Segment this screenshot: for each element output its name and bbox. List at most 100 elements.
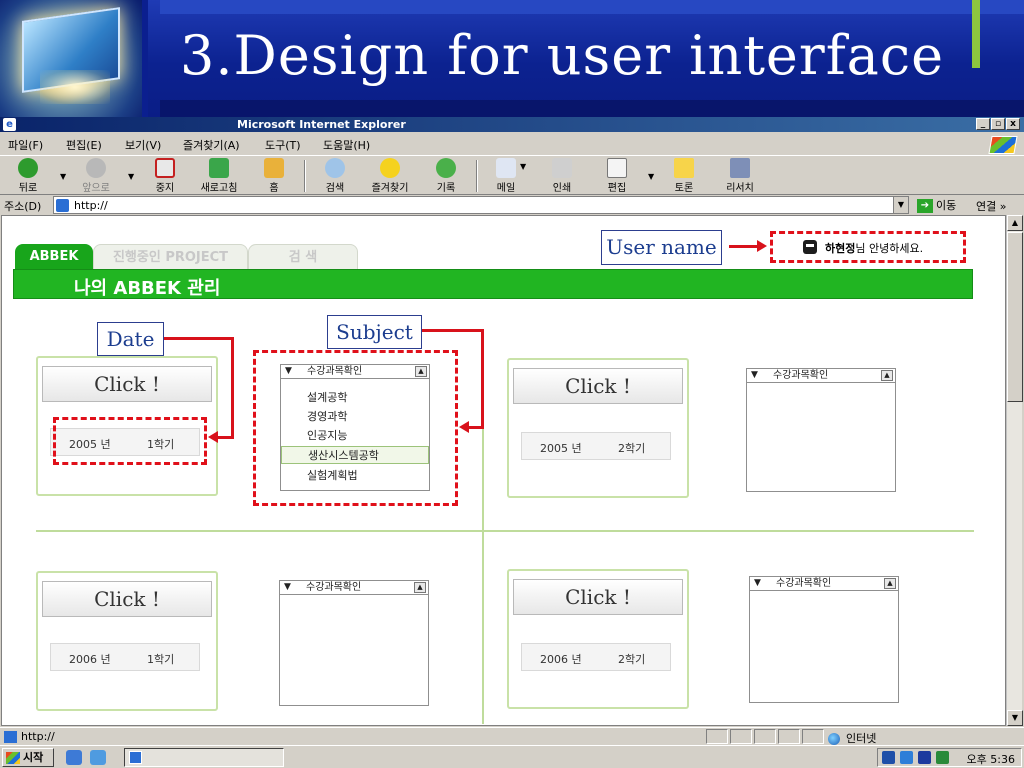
subject-list[interactable]: ▼ 수강과목확인 ▲ — [749, 576, 899, 703]
tray-icon[interactable] — [882, 751, 895, 764]
home-icon — [264, 158, 284, 178]
taskbar: 시작 오후 5:36 — [0, 745, 1024, 768]
callout-date: Date — [97, 322, 164, 356]
menu-bar: 파일(F) 편집(E) 보기(V) 즐겨찾기(A) 도구(T) 도움말(H) — [0, 134, 1024, 154]
click-button[interactable]: Click ! — [513, 579, 683, 615]
history-icon — [436, 158, 456, 178]
edit-icon — [607, 158, 627, 178]
list-item[interactable]: 경영과학 — [307, 408, 347, 424]
subject-list[interactable]: ▼ 수강과목확인 ▲ — [279, 580, 429, 706]
refresh-button[interactable]: 새로고침 — [197, 158, 241, 194]
go-arrow-icon: ➔ — [917, 199, 933, 213]
subject-list[interactable]: ▼ 수강과목확인 ▲ 설계공학 경영과학 인공지능 생산시스템공학 실험계획법 — [280, 364, 430, 491]
scroll-up-icon[interactable]: ▲ — [414, 582, 426, 593]
restore-button[interactable]: ▫ — [991, 118, 1005, 130]
refresh-icon — [209, 158, 229, 178]
history-button[interactable]: 기록 — [424, 158, 468, 194]
print-button[interactable]: 인쇄 — [540, 158, 584, 194]
taskbar-window-button[interactable] — [124, 748, 284, 767]
subject-list-header: ▼ 수강과목확인 ▲ — [280, 581, 428, 595]
scroll-up-icon[interactable]: ▲ — [415, 366, 427, 377]
back-dropdown-icon[interactable]: ▼ — [60, 172, 66, 181]
callout-subject: Subject — [327, 315, 422, 349]
back-button[interactable]: 뒤로 — [6, 158, 50, 194]
menu-help[interactable]: 도움말(H) — [323, 137, 370, 153]
click-button[interactable]: Click ! — [513, 368, 683, 404]
address-input[interactable]: http:// ▼ — [53, 196, 909, 214]
list-item[interactable]: 인공지능 — [307, 427, 347, 443]
user-icon — [803, 240, 817, 254]
menu-view[interactable]: 보기(V) — [125, 137, 161, 153]
menu-favorites[interactable]: 즐겨찾기(A) — [183, 137, 240, 153]
menu-file[interactable]: 파일(F) — [8, 137, 43, 153]
go-button[interactable]: ➔ 이동 — [917, 197, 956, 213]
page-icon — [4, 731, 17, 743]
semester-card: Click ! 2006 년 2학기 — [507, 569, 689, 709]
menu-edit[interactable]: 편집(E) — [66, 137, 102, 153]
tab-project[interactable]: 진행중인 PROJECT — [93, 244, 248, 270]
research-button[interactable]: 리서치 — [718, 158, 762, 194]
links-button[interactable]: 연결 » — [976, 198, 1006, 214]
forward-dropdown-icon[interactable]: ▼ — [128, 172, 134, 181]
header-bar-top — [160, 0, 1024, 14]
title-bar: e Microsoft Internet Explorer _ ▫ x — [0, 117, 1024, 132]
tab-search[interactable]: 검 색 — [248, 244, 358, 270]
clock: 오후 5:36 — [966, 753, 1015, 766]
scroll-down-button[interactable]: ▼ — [1007, 710, 1023, 726]
address-value: http:// — [74, 199, 108, 212]
forward-button[interactable]: 앞으로 — [74, 158, 118, 194]
tray-icon[interactable] — [936, 751, 949, 764]
quick-launch-icon[interactable] — [66, 750, 82, 765]
subject-list[interactable]: ▼ 수강과목확인 ▲ — [746, 368, 896, 492]
close-button[interactable]: x — [1006, 118, 1020, 130]
system-tray: 오후 5:36 — [877, 748, 1022, 767]
stop-button[interactable]: 중지 — [143, 158, 187, 194]
home-button[interactable]: 홈 — [252, 158, 296, 194]
scroll-up-button[interactable]: ▲ — [1007, 215, 1023, 231]
favorites-button[interactable]: 즐겨찾기 — [368, 158, 412, 194]
arrow-head — [757, 240, 767, 252]
address-dropdown-icon[interactable]: ▼ — [893, 197, 908, 213]
scroll-thumb[interactable] — [1007, 232, 1023, 402]
slide-header: 3.Design for user interface — [0, 0, 1024, 117]
mail-dropdown-icon[interactable]: ▼ — [520, 162, 526, 171]
click-button[interactable]: Click ! — [42, 581, 212, 617]
mail-icon — [496, 158, 516, 178]
research-icon — [730, 158, 750, 178]
minimize-button[interactable]: _ — [976, 118, 990, 130]
date-row: 2005 년 2학기 — [521, 432, 671, 460]
windows-logo-icon — [988, 136, 1018, 154]
stop-icon — [155, 158, 175, 178]
address-label: 주소(D) — [4, 200, 42, 213]
edit-dropdown-icon[interactable]: ▼ — [648, 172, 654, 181]
tray-icon[interactable] — [900, 751, 913, 764]
edit-button[interactable]: 편집 — [595, 158, 639, 194]
windows-logo-icon — [6, 752, 20, 764]
globe-icon — [828, 733, 840, 745]
list-item-selected[interactable]: 생산시스템공학 — [281, 446, 429, 464]
scroll-up-icon[interactable]: ▲ — [884, 578, 896, 589]
slide-title: 3.Design for user interface — [180, 24, 945, 87]
scroll-up-icon[interactable]: ▲ — [881, 370, 893, 381]
search-button[interactable]: 검색 — [313, 158, 357, 194]
grid-divider-horizontal — [36, 530, 974, 532]
tray-icon[interactable] — [918, 751, 931, 764]
click-button[interactable]: Click ! — [42, 366, 212, 402]
forward-icon — [86, 158, 106, 178]
star-icon — [380, 158, 400, 178]
tab-abbek[interactable]: ABBEK — [15, 244, 93, 270]
list-item[interactable]: 실험계획법 — [307, 467, 358, 483]
menu-tools[interactable]: 도구(T) — [265, 137, 301, 153]
arrow-line — [164, 337, 234, 340]
header-accent-bar — [972, 0, 980, 68]
vertical-scrollbar[interactable]: ▲ ▼ — [1006, 215, 1023, 726]
date-row: 2006 년 1학기 — [50, 643, 200, 671]
user-name-box: 하현정님 안녕하세요. — [770, 231, 966, 263]
discuss-button[interactable]: 토론 — [662, 158, 706, 194]
start-button[interactable]: 시작 — [2, 748, 54, 767]
ie-icon[interactable] — [90, 750, 106, 765]
status-panels — [706, 729, 824, 744]
list-item[interactable]: 설계공학 — [307, 389, 347, 405]
arrow-line — [422, 329, 484, 332]
arrow-line — [468, 426, 484, 429]
